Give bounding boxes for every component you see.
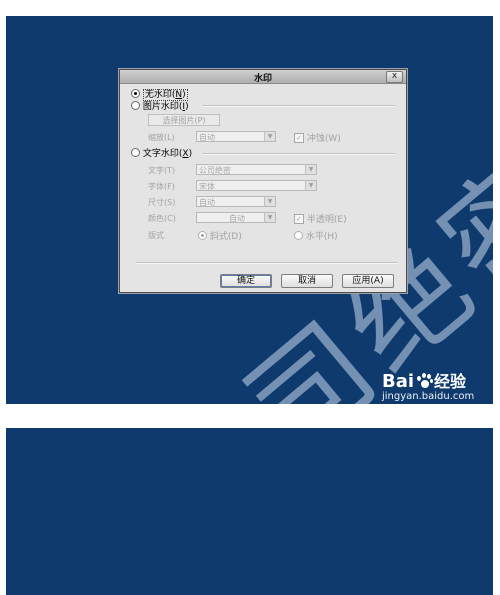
separator xyxy=(136,262,398,264)
separator xyxy=(202,153,395,155)
chevron-down-icon: ▼ xyxy=(264,213,275,222)
dialog-title: 水印 xyxy=(253,74,272,84)
text-select[interactable]: 公司绝密 ▼ xyxy=(196,164,317,175)
size-value: 自动 xyxy=(199,198,215,207)
radio-diagonal[interactable] xyxy=(198,231,207,240)
baidu-jingyan-logo: Bai 经验 jingyan.baidu.com xyxy=(382,368,474,402)
layout-label: 版式 xyxy=(148,231,164,240)
size-select[interactable]: 自动 ▼ xyxy=(196,196,276,207)
option-picture-watermark[interactable]: 图片水印(I) xyxy=(131,99,189,112)
radio-horizontal[interactable] xyxy=(294,231,303,240)
font-select[interactable]: 宋体 ▼ xyxy=(196,180,317,191)
color-label: 颜色(C) xyxy=(148,214,176,223)
select-picture-button[interactable]: 选择图片(P) xyxy=(148,114,220,126)
size-label: 尺寸(S) xyxy=(148,198,176,207)
option-picture-watermark-key: I xyxy=(182,102,186,112)
radio-picture-watermark[interactable] xyxy=(131,101,140,110)
dialog-titlebar[interactable]: 水印 x xyxy=(120,70,406,84)
jingyan-text: 经验 xyxy=(434,372,467,391)
radio-text-watermark[interactable] xyxy=(131,148,140,157)
chevron-down-icon: ▼ xyxy=(264,132,275,141)
ok-button[interactable]: 确定 xyxy=(220,274,272,288)
washout-label: 冲蚀(W) xyxy=(306,134,341,144)
radio-no-watermark[interactable] xyxy=(131,89,140,98)
screenshot-panel-top: 公司绝密 水印 x 无水印(N) 图片水印(I) 选择图片(P) 缩放(L) 自… xyxy=(6,16,493,404)
option-text-watermark-label: 文字水印 xyxy=(142,149,179,159)
baidu-brand-text: Bai xyxy=(382,371,415,392)
text-value: 公司绝密 xyxy=(199,166,231,175)
watermark-dialog: 水印 x 无水印(N) 图片水印(I) 选择图片(P) 缩放(L) 自动 ▼ ✓… xyxy=(119,69,407,293)
washout-checkbox[interactable]: ✓ xyxy=(294,132,304,143)
font-value: 宋体 xyxy=(199,182,215,191)
apply-button[interactable]: 应用(A) xyxy=(342,274,394,288)
horizontal-option[interactable]: 水平(H) xyxy=(294,229,338,242)
color-select[interactable]: 自动 ▼ xyxy=(196,212,276,223)
text-label: 文字(T) xyxy=(148,166,176,175)
washout-checkbox-row[interactable]: ✓ 冲蚀(W) xyxy=(294,131,341,144)
horizontal-label: 水平(H) xyxy=(305,232,338,242)
chevron-down-icon: ▼ xyxy=(264,197,275,206)
paw-icon xyxy=(415,373,434,389)
font-label: 字体(F) xyxy=(148,182,175,191)
option-text-watermark[interactable]: 文字水印(X) xyxy=(131,146,192,159)
chevron-down-icon: ▼ xyxy=(305,165,316,174)
semitransparent-label: 半透明(E) xyxy=(306,215,347,225)
option-text-watermark-key: X xyxy=(182,149,189,159)
diagonal-label: 斜式(D) xyxy=(209,232,242,242)
close-button[interactable]: x xyxy=(386,71,403,83)
option-picture-watermark-label: 图片水印 xyxy=(142,102,179,112)
scale-value: 自动 xyxy=(199,133,215,142)
separator xyxy=(202,105,395,107)
semitransparent-checkbox[interactable]: ✓ xyxy=(294,213,304,224)
screenshot-panel-bottom xyxy=(6,428,493,595)
baidu-url: jingyan.baidu.com xyxy=(382,391,475,402)
color-value: 自动 xyxy=(229,214,245,223)
chevron-down-icon: ▼ xyxy=(305,181,316,190)
scale-label: 缩放(L) xyxy=(148,133,175,142)
cancel-button[interactable]: 取消 xyxy=(281,274,333,288)
semitransparent-checkbox-row[interactable]: ✓ 半透明(E) xyxy=(294,212,347,225)
diagonal-option[interactable]: 斜式(D) xyxy=(198,229,242,242)
scale-select[interactable]: 自动 ▼ xyxy=(196,131,276,142)
